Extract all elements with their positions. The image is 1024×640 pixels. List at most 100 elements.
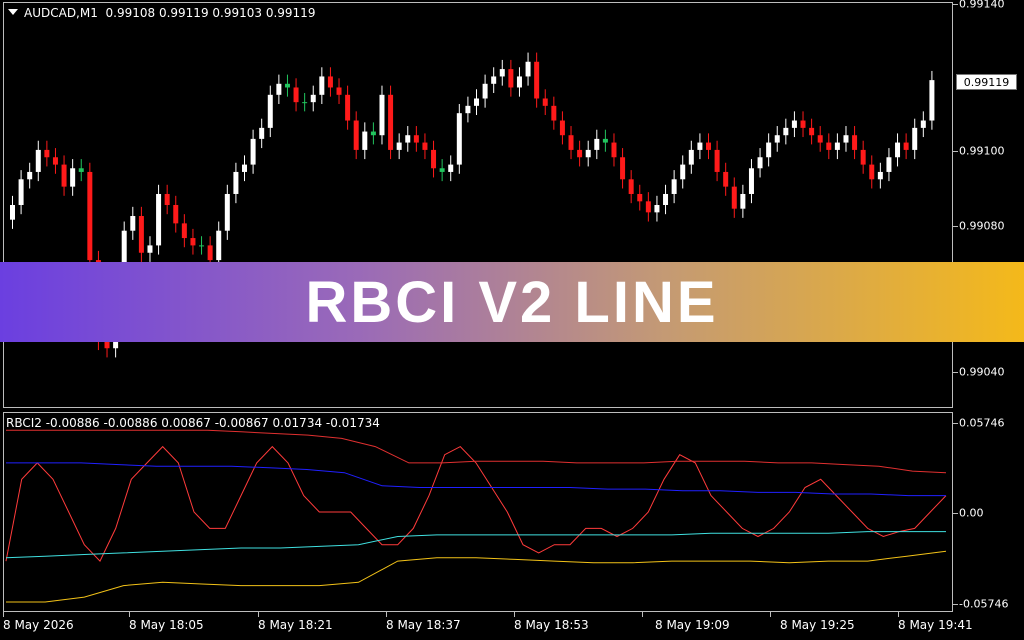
candle <box>628 170 634 204</box>
price-label: 0.99100 <box>959 144 1005 158</box>
price-axis: 0.99140 0.99119 0.99100 0.99080 0.99040 <box>953 0 1024 410</box>
candle-body <box>448 164 454 172</box>
candle-body <box>611 142 617 158</box>
candle-body <box>242 164 247 172</box>
candle <box>431 140 437 178</box>
candle-body <box>766 142 772 158</box>
indicator-title: RBCI2 -0.00886 -0.00886 0.00867 -0.00867… <box>6 416 380 430</box>
candle-body <box>680 164 686 180</box>
candle <box>869 155 875 189</box>
candle-body <box>431 149 437 169</box>
candle-body <box>310 94 316 103</box>
candle <box>70 159 76 196</box>
candle-body <box>843 135 849 143</box>
candle <box>929 70 935 130</box>
candle <box>396 133 402 160</box>
candle-body <box>826 142 832 150</box>
time-label: 8 May 18:37 <box>386 618 461 632</box>
symbol-label: AUDCAD,M1 <box>24 6 98 20</box>
candle <box>284 74 290 97</box>
candle-body <box>413 135 419 143</box>
candle-body <box>164 193 170 205</box>
candle <box>27 162 33 189</box>
candle-body <box>44 149 50 158</box>
candle-body <box>783 127 789 136</box>
candle-body <box>834 142 840 150</box>
candle-body <box>190 238 196 246</box>
candle <box>190 228 196 255</box>
candle-body <box>396 142 402 150</box>
candle <box>233 162 239 204</box>
candle <box>886 148 892 182</box>
title-banner: RBCI V2 LINE <box>0 262 1024 342</box>
candle <box>757 148 763 178</box>
candle <box>353 111 359 160</box>
candle <box>585 140 591 167</box>
candle <box>817 126 823 152</box>
candle-body <box>147 245 153 253</box>
candle <box>362 122 368 160</box>
rbci-indicator-chart[interactable] <box>4 413 952 611</box>
candle-body <box>577 149 583 158</box>
candle-body <box>654 205 660 213</box>
candle-body <box>259 127 265 139</box>
candle-body <box>852 135 858 150</box>
candle-body <box>78 168 84 172</box>
candle-body <box>559 120 565 136</box>
candle <box>714 140 720 182</box>
candle <box>551 96 557 130</box>
candle-body <box>233 171 239 194</box>
candle-body <box>731 186 737 209</box>
candle-body <box>465 105 471 114</box>
candle-body <box>250 138 256 165</box>
candle-body <box>551 105 557 121</box>
candle-body <box>671 179 677 194</box>
candle <box>912 118 918 160</box>
series-line-midupper <box>6 462 946 497</box>
candle-body <box>224 193 230 231</box>
candle-body <box>637 193 643 202</box>
candle <box>482 74 488 108</box>
candlestick-chart[interactable] <box>4 3 952 407</box>
candle <box>568 126 574 160</box>
candle <box>199 236 205 255</box>
candle-body <box>491 76 497 84</box>
candle-body <box>370 131 376 136</box>
time-label: 8 May 19:25 <box>780 618 855 632</box>
candle-body <box>18 179 24 205</box>
candle <box>44 140 50 167</box>
candle <box>78 159 84 182</box>
candle-body <box>620 157 626 180</box>
candle-body <box>388 94 394 150</box>
candle-body <box>379 94 385 136</box>
candle-body <box>645 201 651 213</box>
candle-body <box>869 164 875 180</box>
candle <box>465 96 471 123</box>
candle <box>259 118 265 149</box>
candle <box>654 195 660 222</box>
time-label: 8 May 18:05 <box>129 618 204 632</box>
candle <box>516 67 522 97</box>
indicator-axis-label: -0.05746 <box>959 597 1009 611</box>
candle <box>508 59 514 97</box>
dropdown-triangle-icon[interactable] <box>8 9 18 15</box>
candle-body <box>723 171 729 187</box>
candle-body <box>156 193 162 246</box>
candle <box>267 85 273 138</box>
candle <box>147 236 153 262</box>
candle-body <box>336 87 342 95</box>
candle-body <box>774 135 780 143</box>
candle <box>852 126 858 160</box>
candle <box>164 184 170 215</box>
price-chart-pane[interactable] <box>3 2 953 408</box>
candle <box>345 85 351 130</box>
candle <box>843 126 849 152</box>
series-line-rbci <box>5 445 947 562</box>
candle-body <box>52 157 58 165</box>
candle <box>748 159 754 204</box>
candle <box>388 85 394 160</box>
candle-body <box>327 76 333 88</box>
candle <box>688 140 694 174</box>
indicator-pane[interactable] <box>3 412 953 612</box>
time-label: 8 May 18:21 <box>258 618 333 632</box>
